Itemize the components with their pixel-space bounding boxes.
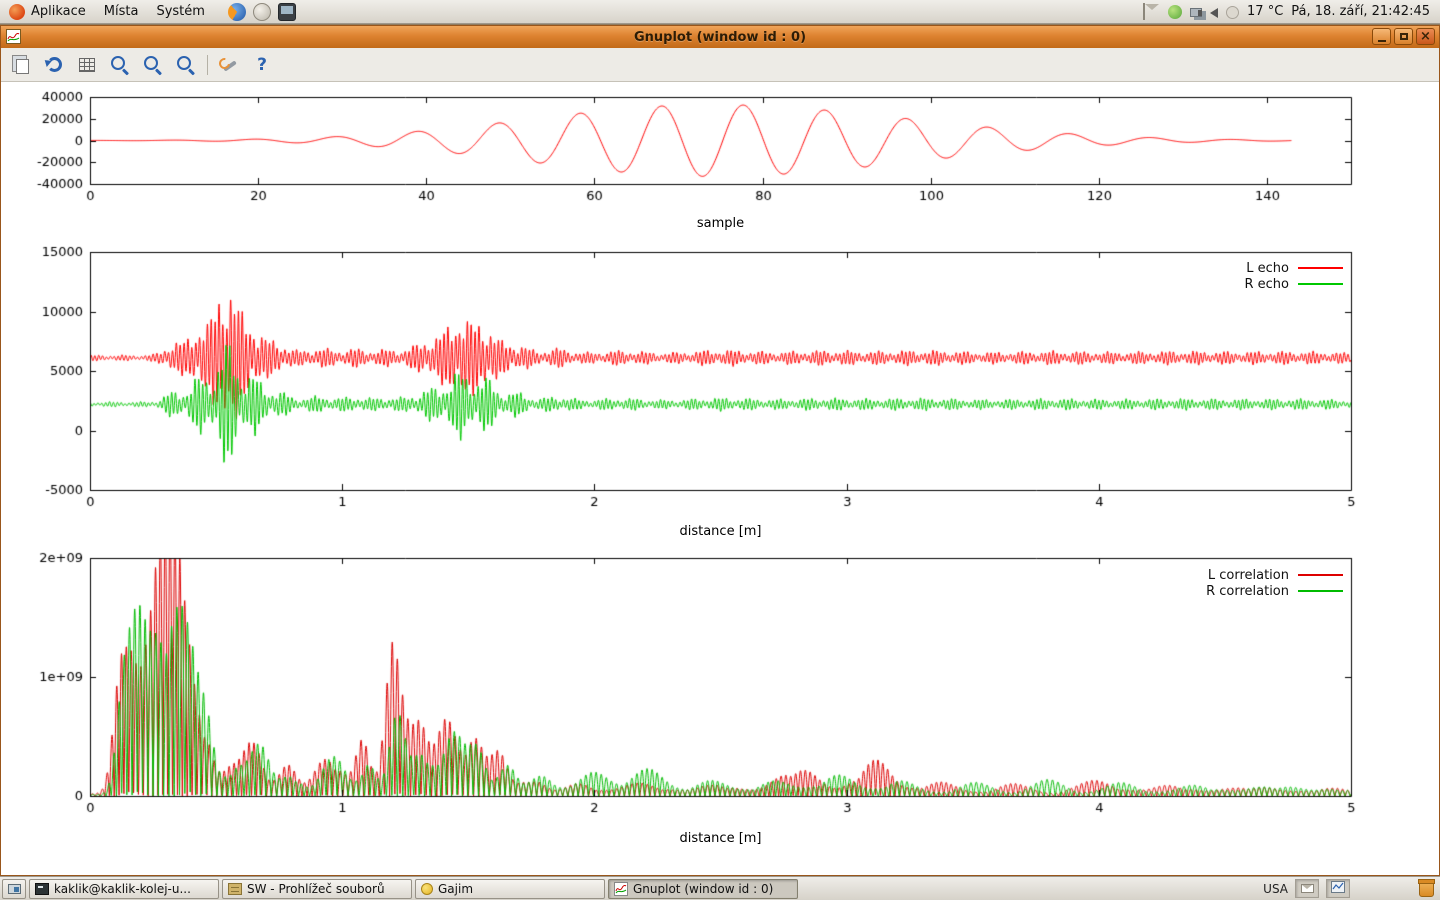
- toolbar-separator: [207, 55, 208, 75]
- minimize-button[interactable]: [1372, 28, 1391, 45]
- task-gajim[interactable]: Gajim: [415, 879, 605, 899]
- window-title: Gnuplot (window id : 0): [1, 30, 1439, 45]
- gnuplot-canvas[interactable]: [1, 82, 1439, 875]
- echo-legend: L echo R echo: [1244, 260, 1343, 292]
- help-button[interactable]: ?: [250, 53, 274, 77]
- legend-item-r-correlation: R correlation: [1206, 583, 1343, 599]
- zoom-out-button[interactable]: [141, 53, 165, 77]
- legend-label: L echo: [1246, 261, 1289, 276]
- clock-applet[interactable]: Pá, 18. září, 21:42:45: [1291, 4, 1430, 19]
- menu-applications-label: Aplikace: [31, 4, 86, 19]
- legend-line-sample: [1298, 267, 1343, 269]
- menu-system-label: Systém: [156, 4, 204, 19]
- menu-places-label: Místa: [104, 4, 139, 19]
- desktop: Aplikace Místa Systém 17 °C Pá, 18. září…: [0, 0, 1440, 900]
- taskbar-tray: USA: [1263, 879, 1438, 898]
- copy-icon: [16, 59, 29, 74]
- gnuplot-window: Gnuplot (window id : 0) × ? sample dista…: [0, 25, 1440, 876]
- legend-label: L correlation: [1208, 568, 1289, 583]
- legend-label: R correlation: [1206, 584, 1289, 599]
- trash-icon[interactable]: [1419, 881, 1434, 897]
- magnifier-icon: [109, 54, 131, 76]
- temperature-applet[interactable]: 17 °C: [1247, 4, 1283, 19]
- mail-tray-button[interactable]: [1295, 879, 1319, 898]
- file-manager-icon: [228, 883, 242, 895]
- panel-status-area: 17 °C Pá, 18. září, 21:42:45: [1143, 0, 1440, 23]
- chart3-xlabel: distance [m]: [90, 831, 1351, 846]
- wrench-icon: [218, 54, 240, 76]
- menu-applications[interactable]: Aplikace: [0, 0, 95, 23]
- close-icon: ×: [1420, 30, 1431, 43]
- plot-area: sample distance [m] distance [m] L echo …: [1, 82, 1439, 875]
- minimize-icon: [1378, 40, 1386, 42]
- gnuplot-icon: [614, 882, 628, 896]
- mail-notification-icon[interactable]: [1143, 3, 1145, 20]
- gnuplot-tray-button[interactable]: [1326, 879, 1350, 898]
- task-terminal[interactable]: kaklik@kaklik-kolej-u...: [29, 879, 219, 899]
- taskbar: kaklik@kaklik-kolej-u... SW - Prohlížeč …: [0, 876, 1440, 900]
- maximize-icon: [1400, 33, 1408, 40]
- legend-item-l-echo: L echo: [1244, 260, 1343, 276]
- task-file-manager[interactable]: SW - Prohlížeč souborů: [222, 879, 412, 899]
- terminal-icon: [35, 883, 49, 895]
- task-gnuplot[interactable]: Gnuplot (window id : 0): [608, 879, 798, 899]
- chart1-xlabel: sample: [90, 216, 1351, 231]
- screenshot-icon[interactable]: [278, 3, 296, 21]
- zoom-in-button[interactable]: [174, 53, 198, 77]
- top-panel: Aplikace Místa Systém 17 °C Pá, 18. září…: [0, 0, 1440, 24]
- weather-icon[interactable]: [1226, 6, 1239, 19]
- desktop-icon: [8, 884, 21, 894]
- copy-button[interactable]: [9, 53, 33, 77]
- help-icon: ?: [257, 55, 267, 75]
- chart2-xlabel: distance [m]: [90, 524, 1351, 539]
- update-notifier-icon[interactable]: [1168, 5, 1182, 19]
- legend-label: R echo: [1244, 277, 1289, 292]
- help-browser-icon[interactable]: [253, 3, 271, 21]
- magnifier-minus-icon: [142, 54, 164, 76]
- legend-item-l-correlation: L correlation: [1206, 567, 1343, 583]
- show-desktop-button[interactable]: [2, 879, 26, 899]
- replot-button[interactable]: [42, 53, 66, 77]
- keyboard-layout-indicator[interactable]: USA: [1263, 882, 1288, 896]
- maximize-button[interactable]: [1394, 28, 1413, 45]
- legend-item-r-echo: R echo: [1244, 276, 1343, 292]
- menu-places[interactable]: Místa: [95, 0, 148, 23]
- gajim-icon: [421, 883, 433, 895]
- legend-line-sample: [1298, 283, 1343, 285]
- magnifier-plus-icon: [175, 54, 197, 76]
- legend-line-sample: [1298, 574, 1343, 576]
- chart-tray-icon: [1331, 881, 1345, 897]
- menu-system[interactable]: Systém: [147, 0, 213, 23]
- mail-tray-icon: [1301, 884, 1314, 893]
- gnuplot-toolbar: ?: [1, 48, 1439, 82]
- settings-button[interactable]: [217, 53, 241, 77]
- refresh-icon: [47, 57, 62, 72]
- window-titlebar[interactable]: Gnuplot (window id : 0) ×: [1, 26, 1439, 48]
- ubuntu-logo-icon: [9, 4, 25, 20]
- gnuplot-window-icon: [6, 29, 21, 44]
- volume-icon[interactable]: [1210, 8, 1218, 18]
- correlation-legend: L correlation R correlation: [1206, 567, 1343, 599]
- window-buttons: ×: [1372, 28, 1435, 45]
- legend-line-sample: [1298, 590, 1343, 592]
- zoom-reset-button[interactable]: [108, 53, 132, 77]
- firefox-icon[interactable]: [228, 3, 246, 21]
- grid-icon: [79, 58, 95, 72]
- panel-launchers: [228, 0, 296, 23]
- close-button[interactable]: ×: [1416, 28, 1435, 45]
- grid-toggle-button[interactable]: [75, 53, 99, 77]
